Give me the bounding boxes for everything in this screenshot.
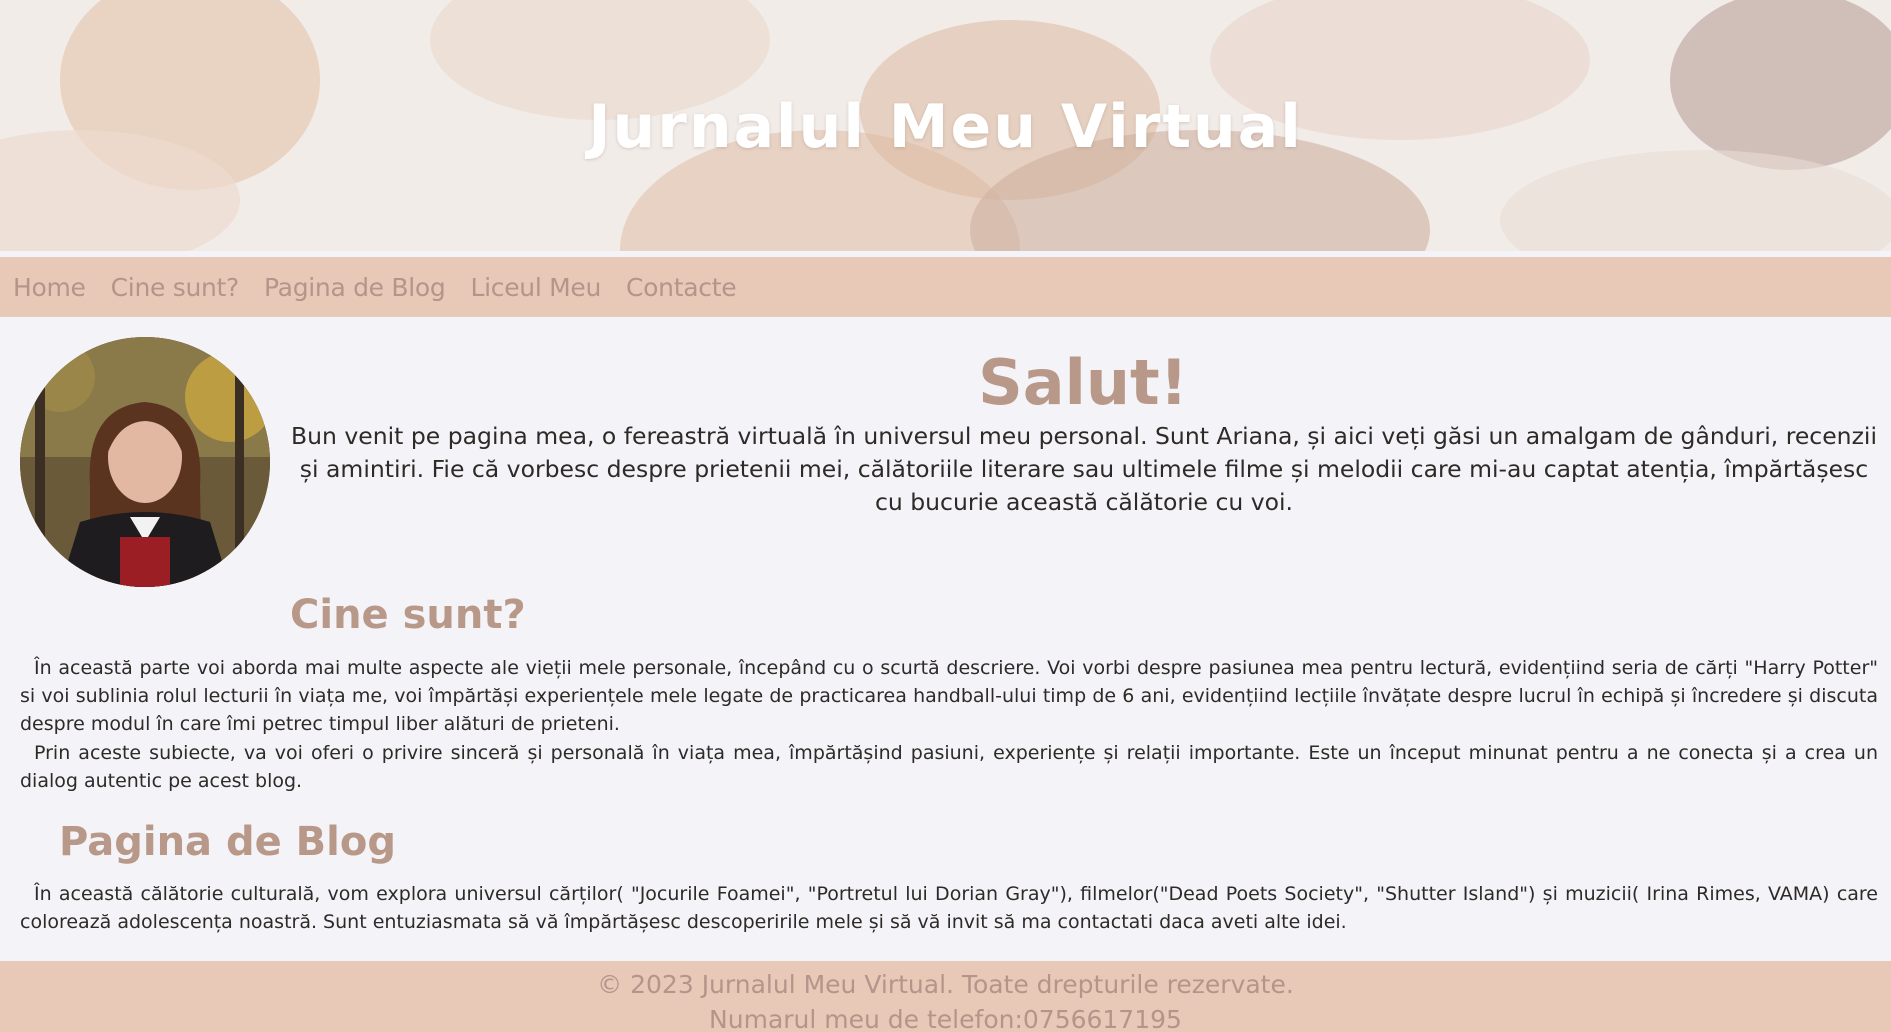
profile-photo-illustration [20,337,270,587]
about-heading: Cine sunt? [290,592,526,638]
nav-item-home[interactable]: Home [13,273,86,302]
footer-phone: Numarul meu de telefon:0756617195 [709,1005,1182,1032]
welcome-heading: Salut! [978,346,1188,419]
main-navigation: Home Cine sunt? Pagina de Blog Liceul Me… [0,257,1891,317]
nav-item-liceul-meu[interactable]: Liceul Meu [470,273,601,302]
nav-item-pagina-de-blog[interactable]: Pagina de Blog [264,273,446,302]
nav-item-cine-sunt[interactable]: Cine sunt? [111,273,240,302]
blog-heading: Pagina de Blog [59,819,396,865]
profile-photo [20,337,270,587]
footer: © 2023 Jurnalul Meu Virtual. Toate drept… [0,961,1891,1032]
nav-item-contacte[interactable]: Contacte [626,273,737,302]
header-banner: Jurnalul Meu Virtual [0,0,1891,251]
welcome-text: Bun venit pe pagina mea, o fereastră vir… [291,422,1877,516]
footer-copyright: © 2023 Jurnalul Meu Virtual. Toate drept… [597,970,1294,999]
site-title: Jurnalul Meu Virtual [588,92,1303,162]
about-paragraph-2: Prin aceste subiecte, va voi oferi o pri… [20,742,1878,792]
about-paragraph-1: În această parte voi aborda mai multe as… [20,657,1878,735]
blog-paragraph: În această călătorie culturală, vom expl… [20,883,1878,933]
